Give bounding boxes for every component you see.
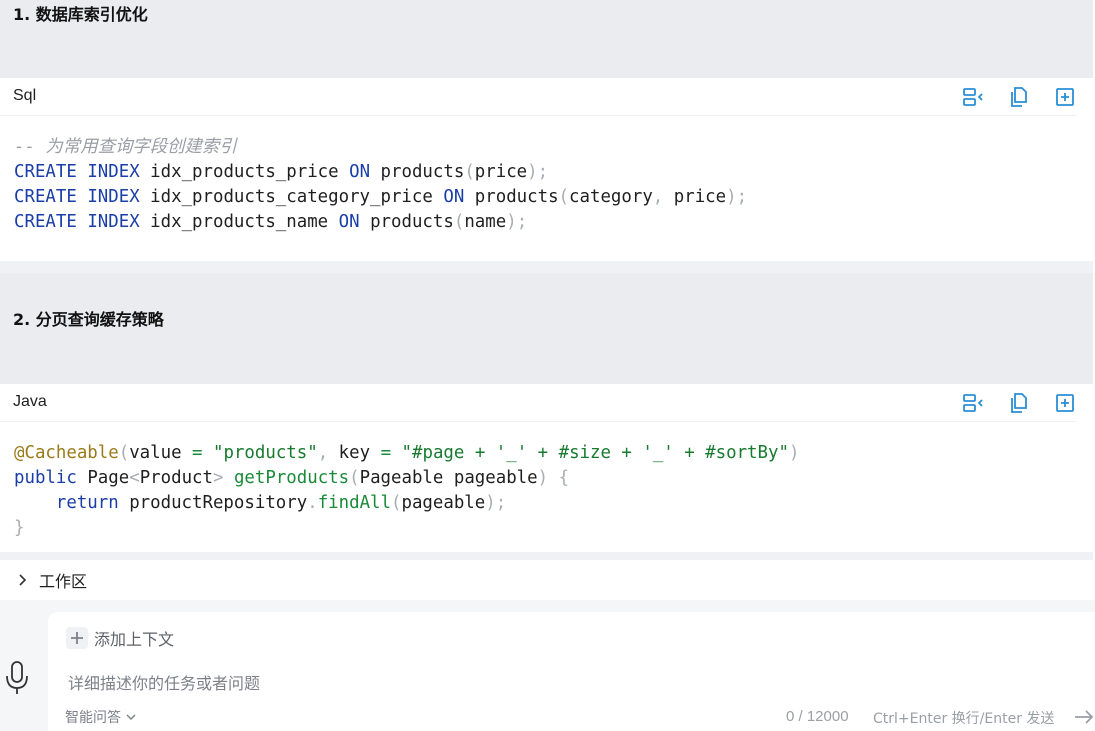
identifier: products: [370, 212, 454, 232]
code-language-label: Sql: [13, 87, 37, 104]
copy-icon[interactable]: [1008, 392, 1030, 414]
identifier: Page: [87, 468, 130, 488]
code-block-java: Java @Cacheable(value = "products", key …: [0, 384, 1093, 552]
string-literal: "products": [213, 443, 318, 463]
sql-code: -- 为常用查询字段创建索引 CREATE INDEX idx_products…: [14, 137, 748, 232]
string-literal: "#page + '_' + #size + '_' + #sortBy": [401, 443, 789, 463]
keyword: INDEX: [87, 187, 140, 207]
identifier: value: [129, 443, 182, 463]
code-language-label: Java: [13, 393, 47, 410]
section-title: 1. 数据库索引优化: [13, 5, 148, 24]
divider: [0, 552, 1093, 560]
microphone-icon[interactable]: [5, 660, 29, 696]
section-title: 2. 分页查询缓存策略: [13, 310, 164, 329]
code-toolbar: Java: [0, 384, 1076, 422]
java-code: @Cacheable(value = "products", key = "#p…: [14, 443, 800, 538]
identifier: idx_products_name: [150, 212, 329, 232]
keyword: CREATE: [14, 187, 77, 207]
plus-icon: [66, 627, 88, 649]
identifier: idx_products_category_price: [150, 187, 433, 207]
keyword: public: [14, 468, 77, 488]
workspace-label: 工作区: [39, 572, 88, 591]
identifier: key: [338, 443, 371, 463]
keyword: ON: [338, 212, 360, 232]
keyword: ON: [443, 187, 465, 207]
identifier: pageable: [401, 493, 486, 513]
copy-icon[interactable]: [1008, 86, 1030, 108]
add-context-button[interactable]: 添加上下文: [62, 625, 178, 651]
identifier: category: [569, 187, 653, 207]
identifier: products: [474, 187, 559, 207]
identifier: products: [380, 162, 465, 182]
mode-select[interactable]: 智能问答: [65, 707, 136, 727]
insert-icon[interactable]: [1054, 86, 1076, 108]
identifier: productRepository: [129, 493, 308, 513]
identifier: Pageable: [359, 468, 444, 488]
insert-icon[interactable]: [1054, 392, 1076, 414]
method-name: getProducts: [233, 468, 350, 488]
shortcut-hint: Ctrl+Enter 换行/Enter 发送: [873, 711, 1055, 727]
task-input[interactable]: [68, 670, 968, 696]
composer-card: 添加上下文 智能问答 0 / 12000 Ctrl+Enter 换行/Enter…: [48, 612, 1095, 731]
send-arrow-icon[interactable]: [1073, 707, 1095, 727]
keyword: INDEX: [87, 162, 140, 182]
code-comment: -- 为常用查询字段创建索引: [14, 137, 237, 157]
identifier: Product: [139, 468, 213, 488]
char-counter: 0 / 12000: [786, 708, 849, 725]
identifier: price: [673, 187, 727, 207]
keyword: INDEX: [87, 212, 140, 232]
chevron-right-icon: [19, 574, 27, 586]
section-header-2: 2. 分页查询缓存策略: [0, 273, 1093, 384]
identifier: idx_products_price: [150, 162, 339, 182]
divider: [0, 261, 1093, 273]
section-header-1: 1. 数据库索引优化: [0, 0, 1093, 78]
keyword: CREATE: [14, 162, 77, 182]
keyword: CREATE: [14, 212, 77, 232]
workspace-toggle[interactable]: 工作区: [0, 560, 1093, 600]
chevron-down-icon: [126, 714, 136, 721]
identifier: name: [464, 212, 507, 232]
identifier: pageable: [453, 468, 538, 488]
code-toolbar: Sql: [0, 78, 1076, 116]
method-name: findAll: [317, 493, 391, 513]
code-block-sql: Sql -- 为常用查询字段创建索引 CREATE INDEX idx_prod…: [0, 78, 1093, 261]
keyword: ON: [349, 162, 371, 182]
mode-label: 智能问答: [65, 710, 121, 726]
add-context-label: 添加上下文: [94, 630, 175, 649]
collapse-code-icon[interactable]: [962, 392, 984, 414]
annotation: @Cacheable: [14, 443, 119, 463]
collapse-code-icon[interactable]: [962, 86, 984, 108]
keyword: return: [55, 493, 119, 513]
identifier: price: [474, 162, 528, 182]
